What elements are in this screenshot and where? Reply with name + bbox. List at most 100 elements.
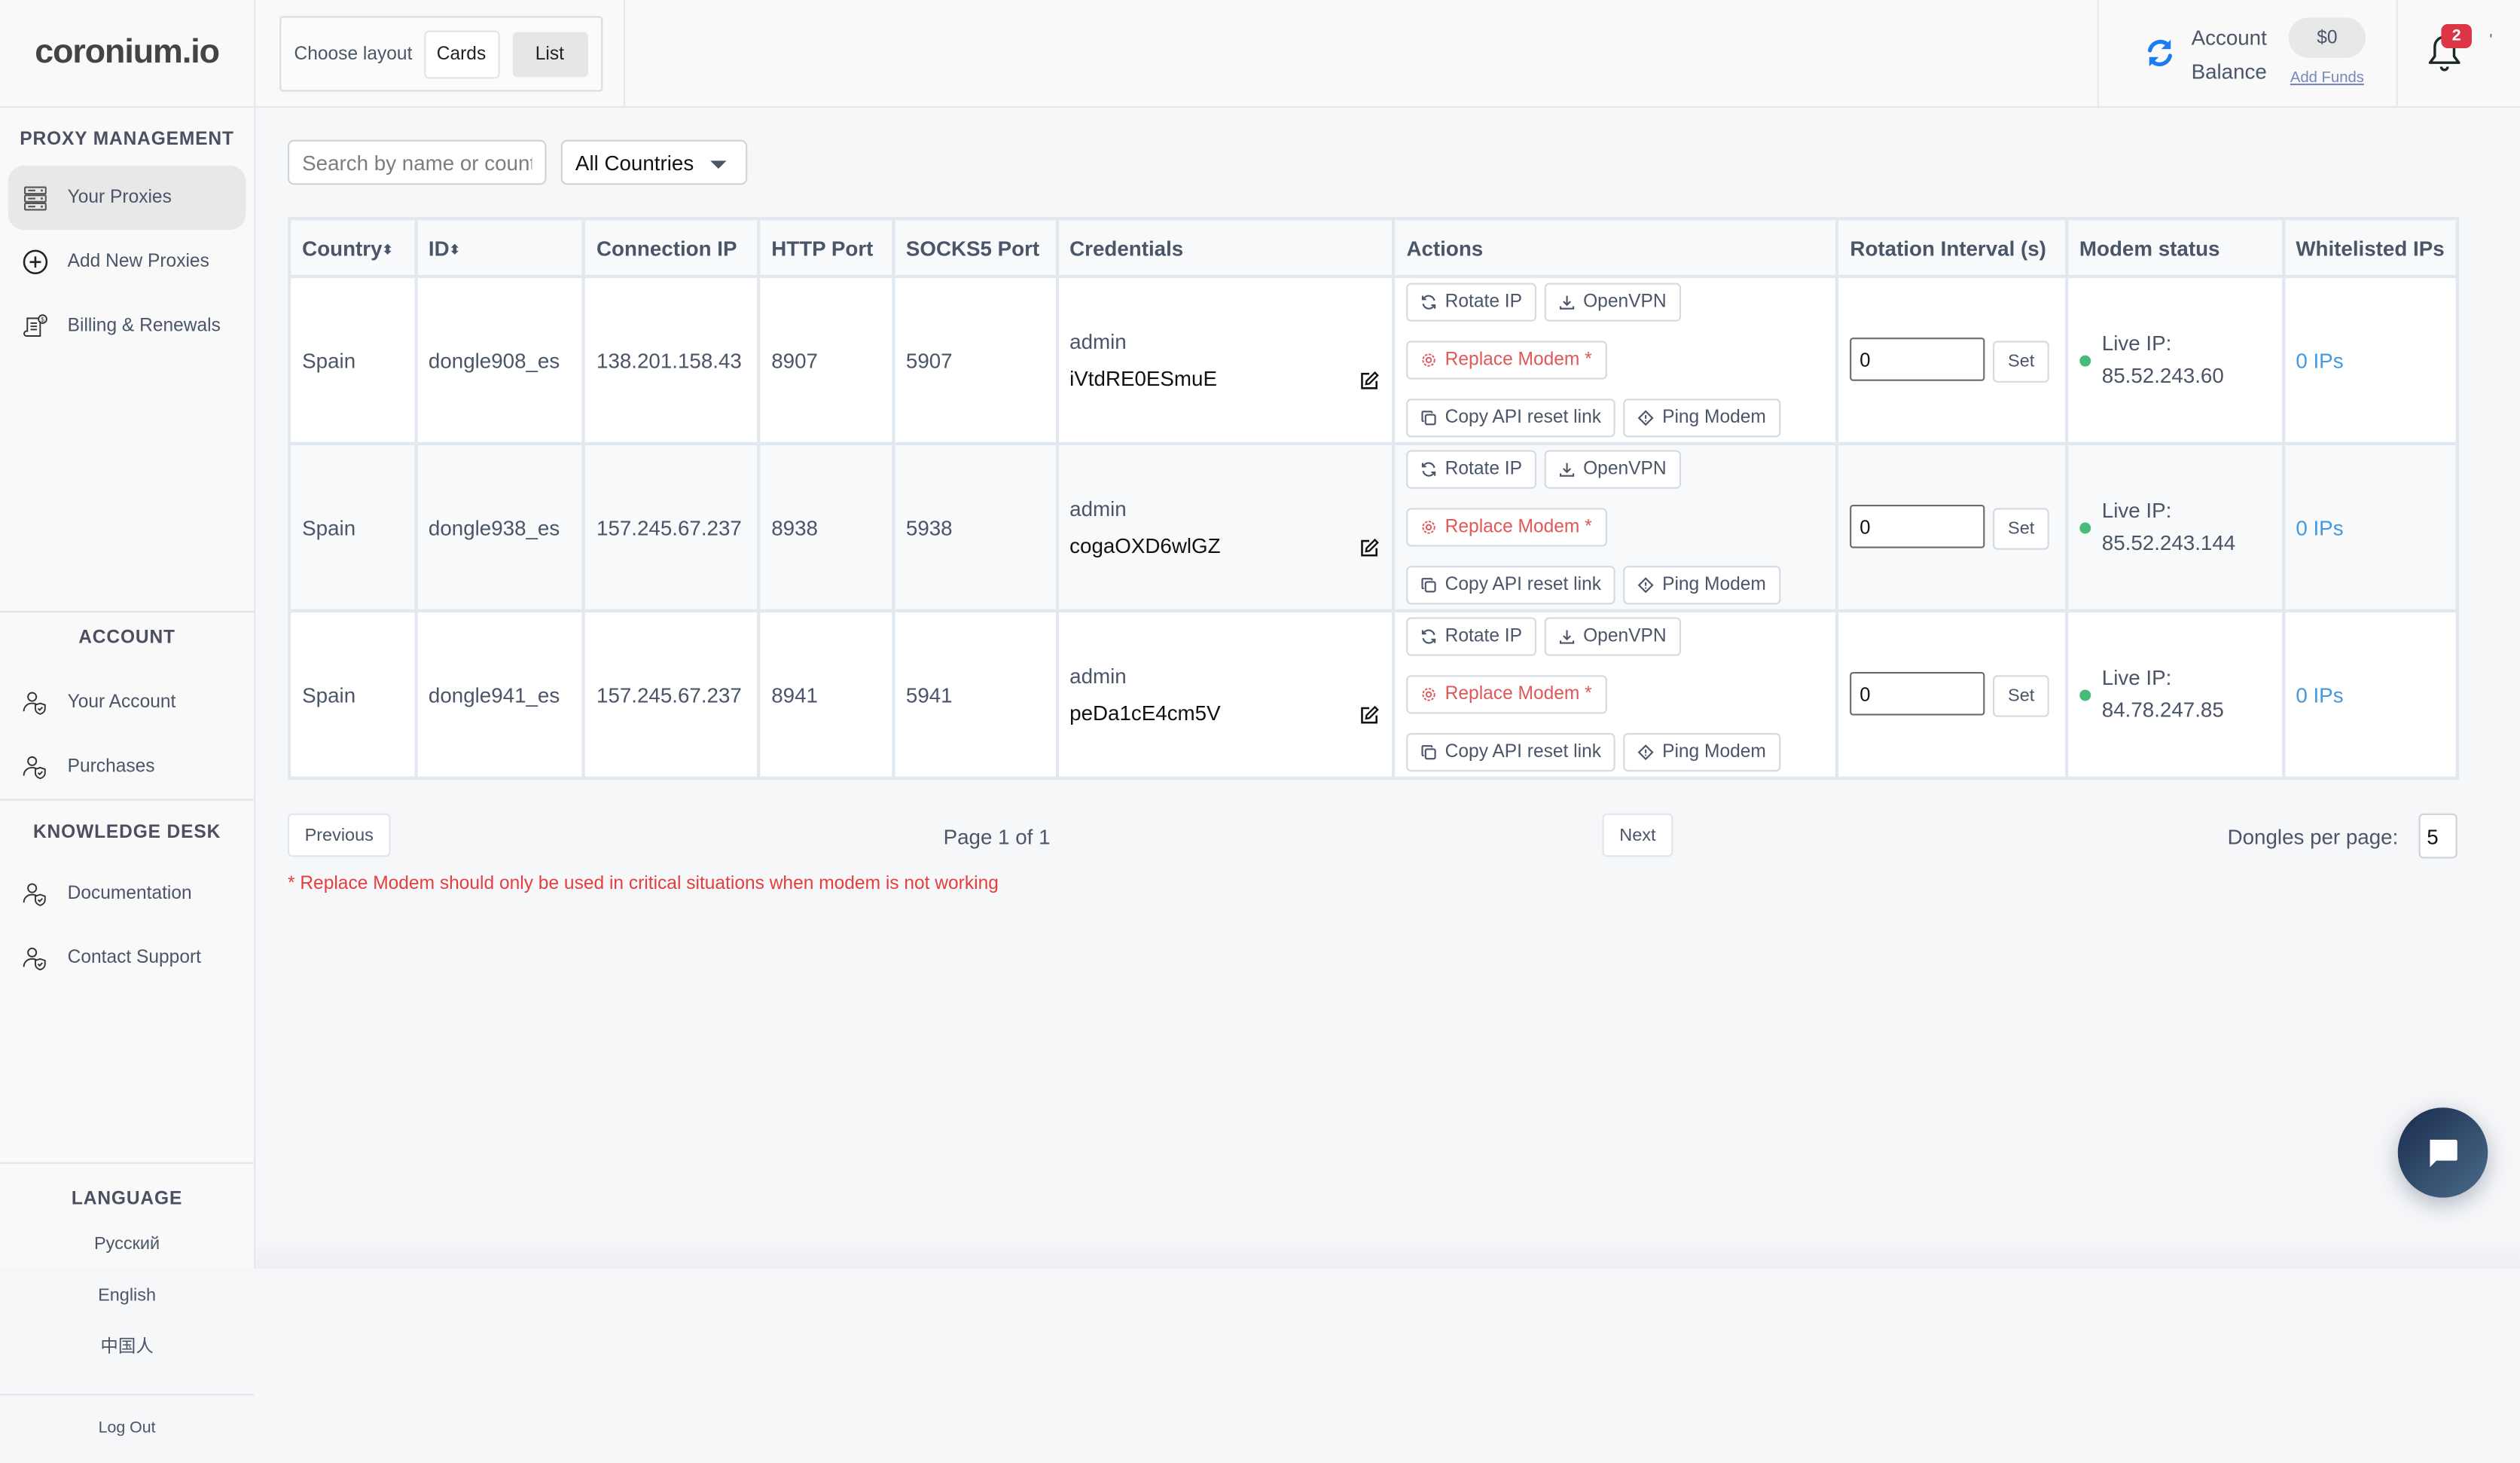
column-header-http-port: HTTP Port	[757, 217, 895, 279]
edit-credentials-icon[interactable]	[1360, 371, 1380, 391]
openvpn-download-button[interactable]: OpenVPN	[1544, 450, 1681, 489]
user-shield-icon	[23, 754, 48, 780]
cell-socks5-port: 5938	[891, 441, 1059, 613]
country-filter-dropdown[interactable]: All Countries	[560, 139, 748, 185]
refresh-balance-icon[interactable]	[2144, 37, 2177, 69]
language-option-chinese[interactable]: 中国人	[0, 1321, 254, 1373]
layout-list-button[interactable]: List	[511, 31, 588, 77]
rotate-ip-button[interactable]: Rotate IP	[1406, 283, 1537, 322]
user-shield-icon	[23, 945, 48, 971]
whitelisted-ips-link[interactable]: 0 IPs	[2296, 348, 2343, 372]
column-header-country[interactable]: Country⬍	[287, 217, 417, 279]
sidebar-item-your-proxies[interactable]: Your Proxies	[8, 165, 246, 231]
cell-http-port: 8941	[757, 609, 895, 780]
rotate-ip-button[interactable]: Rotate IP	[1406, 450, 1537, 489]
sidebar-item-label: Your Proxies	[67, 188, 172, 208]
sidebar-item-purchases[interactable]: Purchases	[8, 735, 246, 799]
cell-country: Spain	[287, 274, 417, 446]
copy-api-reset-link-button[interactable]: Copy API reset link	[1406, 566, 1616, 605]
sidebar-item-label: Documentation	[67, 884, 192, 904]
receipt-dollar-icon: $	[23, 313, 48, 339]
button-label: Replace Modem *	[1445, 518, 1592, 537]
cell-connection-ip: 157.245.67.237	[581, 609, 761, 780]
table-row: Spain dongle941_es 157.245.67.237 8941 5…	[287, 609, 2459, 780]
online-status-dot	[2079, 354, 2091, 366]
cell-credentials: admin peDa1cE4cm5V	[1054, 609, 1396, 780]
cell-id: dongle908_es	[413, 274, 586, 446]
brand-logo[interactable]: coronium.io	[0, 0, 255, 108]
per-page-input[interactable]	[2418, 813, 2457, 859]
rotation-interval-input[interactable]	[1850, 338, 1985, 382]
whitelisted-ips-link[interactable]: 0 IPs	[2296, 683, 2343, 707]
sidebar-item-contact-support[interactable]: Contact Support	[8, 926, 246, 990]
layout-cards-button[interactable]: Cards	[423, 29, 499, 78]
copy-api-reset-link-button[interactable]: Copy API reset link	[1406, 399, 1616, 438]
replace-modem-button[interactable]: Replace Modem *	[1406, 675, 1606, 714]
ping-modem-button[interactable]: Ping Modem	[1623, 566, 1781, 605]
sidebar-section-language: LANGUAGE Русский English 中国人	[0, 1164, 255, 1396]
chat-widget-button[interactable]	[2397, 1107, 2488, 1198]
cell-credentials: admin iVtdRE0ESmuE	[1054, 274, 1396, 446]
chat-bubble-icon	[2430, 1139, 2457, 1168]
sidebar-item-label: Billing & Renewals	[67, 316, 221, 336]
openvpn-download-button[interactable]: OpenVPN	[1544, 617, 1681, 656]
replace-modem-button[interactable]: Replace Modem *	[1406, 341, 1606, 380]
rotation-interval-input[interactable]	[1850, 672, 1985, 716]
set-rotation-button[interactable]: Set	[1993, 674, 2050, 716]
openvpn-download-button[interactable]: OpenVPN	[1544, 283, 1681, 322]
sidebar-item-documentation[interactable]: Documentation	[8, 862, 246, 926]
ping-diamond-icon	[1638, 744, 1655, 761]
ping-modem-button[interactable]: Ping Modem	[1623, 399, 1781, 438]
set-rotation-button[interactable]: Set	[1993, 340, 2050, 382]
download-icon	[1560, 295, 1575, 310]
download-icon	[1560, 630, 1575, 644]
sidebar-item-add-new-proxies[interactable]: Add New Proxies	[8, 230, 246, 294]
column-header-id[interactable]: ID⬍	[413, 217, 586, 279]
button-label: Ping Modem	[1662, 575, 1766, 595]
header-divider	[623, 0, 626, 106]
ping-modem-button[interactable]: Ping Modem	[1623, 733, 1781, 772]
button-label: Ping Modem	[1662, 742, 1766, 762]
country-filter-value: All Countries	[575, 150, 694, 175]
column-label: Country	[302, 235, 383, 260]
header-divider	[2097, 0, 2099, 106]
language-option-russian[interactable]: Русский	[0, 1218, 254, 1269]
cell-country: Spain	[287, 609, 417, 780]
rotate-icon	[1422, 462, 1436, 477]
sidebar-section-account: ACCOUNT Your Account Purchases	[0, 612, 255, 801]
sidebar-item-label: Contact Support	[67, 948, 201, 968]
button-label: Copy API reset link	[1445, 408, 1601, 428]
button-label: Rotate IP	[1445, 627, 1523, 646]
button-label: Replace Modem *	[1445, 350, 1592, 370]
button-label: OpenVPN	[1583, 460, 1667, 479]
copy-api-reset-link-button[interactable]: Copy API reset link	[1406, 733, 1616, 772]
logout-link[interactable]: Log Out	[0, 1395, 254, 1463]
sidebar-item-label: Purchases	[67, 757, 155, 777]
edit-credentials-icon[interactable]	[1360, 705, 1380, 725]
whitelisted-ips-link[interactable]: 0 IPs	[2296, 515, 2343, 539]
language-option-english[interactable]: English	[0, 1270, 254, 1321]
table-row: Spain dongle908_es 138.201.158.43 8907 5…	[287, 274, 2459, 446]
replace-modem-button[interactable]: Replace Modem *	[1406, 508, 1606, 547]
column-header-credentials: Credentials	[1054, 217, 1396, 279]
cell-http-port: 8938	[757, 441, 895, 613]
rotate-icon	[1422, 629, 1436, 644]
sort-icon: ⬍	[449, 242, 460, 257]
cell-modem-status: Live IP: 85.52.243.144	[2064, 441, 2285, 613]
copy-icon	[1421, 578, 1436, 593]
online-status-dot	[2079, 689, 2091, 701]
edit-credentials-icon[interactable]	[1360, 538, 1380, 558]
cell-id: dongle938_es	[413, 441, 586, 613]
set-rotation-button[interactable]: Set	[1993, 507, 2050, 549]
next-page-button[interactable]: Next	[1602, 813, 1673, 857]
sidebar-item-your-account[interactable]: Your Account	[8, 670, 246, 735]
previous-page-button[interactable]: Previous	[287, 813, 391, 857]
ping-diamond-icon	[1638, 410, 1655, 426]
sidebar-item-billing-renewals[interactable]: $ Billing & Renewals	[8, 295, 246, 359]
add-funds-link[interactable]: Add Funds	[2289, 69, 2366, 87]
button-label: Rotate IP	[1445, 460, 1523, 479]
table-header-row: Country⬍ ID⬍ Connection IP HTTP Port SOC…	[287, 217, 2459, 279]
search-input[interactable]	[287, 139, 547, 185]
rotation-interval-input[interactable]	[1850, 505, 1985, 549]
rotate-ip-button[interactable]: Rotate IP	[1406, 617, 1537, 656]
